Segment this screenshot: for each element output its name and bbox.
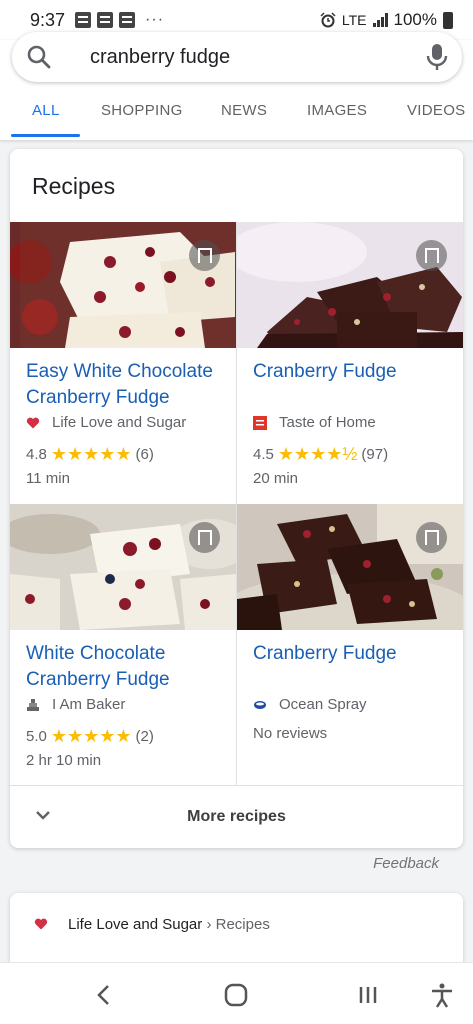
active-tab-indicator [11,134,80,137]
recipe-item[interactable]: Easy White Chocolate Cranberry Fudge Lif… [10,222,236,504]
recipe-source-name: Ocean Spray [279,696,367,713]
rating-value: 4.5 [253,446,274,463]
bookmark-icon[interactable] [189,522,220,553]
recipe-source-name: I Am Baker [52,696,126,713]
tab-all[interactable]: ALL [32,102,60,119]
recipe-item[interactable]: Cranberry Fudge Ocean Spray No reviews [237,504,463,786]
star-rating: ★★★★★ [50,726,132,746]
feedback-link[interactable]: Feedback [373,855,439,872]
recipe-image[interactable] [10,222,236,348]
notification-icon [75,12,92,28]
more-recipes-label: More recipes [187,808,286,825]
recipe-rating: 4.5 ★★★★½ (97) [253,444,388,465]
signal-icon [372,13,388,27]
search-header: cranberry fudge ALL SHOPPING NEWS IMAGES… [0,32,473,140]
no-reviews-label: No reviews [253,725,328,742]
recipe-title[interactable]: Cranberry Fudge [253,641,463,667]
search-input[interactable]: cranberry fudge [90,46,230,69]
heart-icon [26,417,40,428]
result-path: Recipes [215,916,270,933]
tab-news[interactable]: NEWS [221,102,267,119]
review-count: (97) [361,446,389,463]
ocean-spray-logo [254,700,266,709]
back-icon[interactable] [90,981,118,1009]
rating-value: 5.0 [26,728,47,745]
result-breadcrumb[interactable]: Life Love and Sugar › Recipes [68,916,270,933]
star-rating: ★★★★½ [277,444,358,464]
recipe-image[interactable] [237,222,463,348]
heart-icon [34,918,48,930]
star-rating: ★★★★★ [50,444,132,464]
bookmark-icon[interactable] [189,240,220,271]
review-count: (6) [135,446,154,463]
grid-divider [236,222,237,785]
recipe-source: Ocean Spray [253,696,367,713]
chevron-down-icon [36,811,50,820]
recipe-item[interactable]: Cranberry Fudge Taste of Home 4.5 ★★★★½ … [237,222,463,504]
recipe-image[interactable] [10,504,236,630]
recipe-source: Life Love and Sugar [26,414,186,431]
recipe-source: Taste of Home [253,414,376,431]
recipe-title[interactable]: Cranberry Fudge [253,359,463,385]
more-notifications-indicator: ··· [145,11,165,28]
network-type: LTE [341,12,367,28]
cake-icon [27,698,39,711]
bookmark-icon[interactable] [416,240,447,271]
tab-images[interactable]: IMAGES [307,102,367,119]
search-box[interactable]: cranberry fudge [12,32,462,82]
navigation-bar [0,962,473,1024]
recipe-source-name: Life Love and Sugar [52,414,187,431]
recipe-time: 20 min [253,470,299,487]
recipes-card: Recipes Easy White Chocolate Cranberry F… [10,149,463,848]
alarm-icon [320,12,336,28]
recipe-time: 2 hr 10 min [26,752,102,769]
tab-shopping[interactable]: SHOPPING [101,102,183,119]
rating-value: 4.8 [26,446,47,463]
breadcrumb-separator: › [202,916,216,933]
recipe-rating: 4.8 ★★★★★ (6) [26,444,154,465]
search-tabs: ALL SHOPPING NEWS IMAGES VIDEOS [0,94,473,138]
bookmark-icon[interactable] [416,522,447,553]
battery-icon [443,11,453,29]
recipes-card-title: Recipes [32,173,116,199]
recipe-title[interactable]: Easy White Chocolate Cranberry Fudge [26,359,236,411]
search-icon[interactable] [26,44,52,70]
recent-apps-icon[interactable] [354,981,382,1009]
battery-percent: 100% [393,10,437,29]
accessibility-icon[interactable] [428,981,456,1009]
notification-icon [119,12,136,28]
recipe-title[interactable]: White Chocolate Cranberry Fudge [26,641,236,693]
result-site: Life Love and Sugar [68,916,203,933]
recipe-source-name: Taste of Home [279,414,376,431]
home-icon[interactable] [222,981,250,1009]
recipe-rating: 5.0 ★★★★★ (2) [26,726,154,747]
recipe-time: 11 min [26,470,70,487]
recipe-item[interactable]: White Chocolate Cranberry Fudge I Am Bak… [10,504,236,786]
tab-videos[interactable]: VIDEOS [407,102,465,119]
taste-of-home-logo [253,415,267,430]
status-time: 9:37 [30,9,66,30]
review-count: (2) [135,728,154,745]
microphone-icon[interactable] [426,43,448,71]
recipe-source: I Am Baker [26,696,125,713]
more-recipes-button[interactable]: More recipes [10,786,463,848]
recipe-image[interactable] [237,504,463,630]
notification-icon [97,12,114,28]
